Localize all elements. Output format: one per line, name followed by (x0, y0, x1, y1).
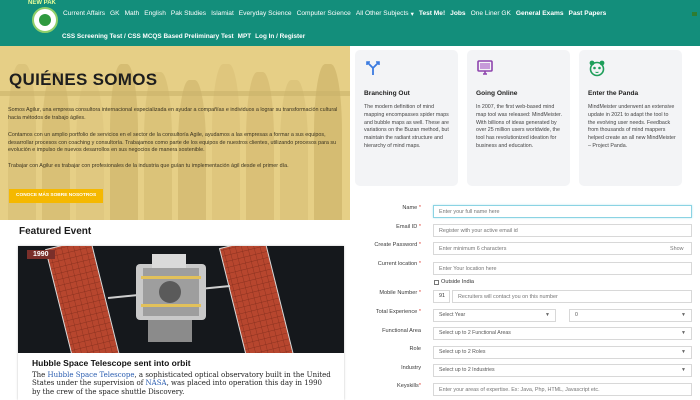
industry-label: Industry (401, 365, 421, 371)
event-text: The (32, 371, 48, 379)
card-going-online: Going Online In 2007, the first web-base… (467, 50, 570, 186)
name-label: Name * (402, 205, 421, 211)
nav-link[interactable]: General Exams (516, 10, 564, 18)
location-label: Current location * (377, 261, 421, 267)
panda-icon (589, 60, 605, 77)
location-input[interactable] (433, 262, 692, 275)
top-navigation-bar: NEW PAK Current Affairs GK Math English Pak … (0, 0, 700, 46)
chevron-down-icon: ▼ (545, 312, 550, 318)
nav-link[interactable]: Islamiat (211, 10, 234, 18)
nav-link[interactable]: CSS Screening Test / CSS MCQS Based Prel… (62, 33, 234, 40)
functional-area-label: Functional Area (382, 328, 421, 334)
outside-india-checkbox[interactable]: Outside India (434, 279, 474, 285)
primary-nav-links: Current Affairs GK Math English Pak Studies I… (63, 10, 606, 18)
card-body: In 2007, the first web-based mind map to… (476, 104, 562, 149)
nasa-link[interactable]: NASA (146, 379, 167, 387)
nav-link[interactable]: MPT (238, 33, 252, 40)
event-description: The Hubble Space Telescope, a sophistica… (32, 371, 332, 396)
hero-banner: QUIÉNES SOMOS Somos Agilur, una empresa … (0, 46, 350, 220)
card-enter-the-panda: Enter the Panda MindMeister underwent an… (579, 50, 682, 186)
event-year-badge: 1990 (27, 250, 55, 259)
card-branching-out: Branching Out The modern definition of m… (355, 50, 458, 186)
about-us-button[interactable]: CONOCE MÁS SOBRE NOSOTROS (9, 189, 104, 203)
hero-paragraph-1: Somos Agilur, una empresa consultora int… (8, 107, 338, 121)
outside-india-label: Outside India (441, 279, 474, 285)
logo-mark (39, 14, 51, 26)
mobile-label: Mobile Number * (379, 290, 421, 296)
nav-link[interactable]: Test Me! (419, 10, 445, 18)
nav-link[interactable]: Jobs (450, 10, 465, 18)
featured-event-card[interactable]: 1990 Hubble Space Telescope sent into or… (18, 246, 344, 400)
nav-link[interactable]: Past Papers (569, 10, 607, 18)
checkbox-box[interactable] (434, 279, 439, 285)
card-body: MindMeister underwent an extensive updat… (588, 104, 676, 149)
featured-event-heading: Featured Event (19, 226, 92, 237)
nav-link[interactable]: Current Affairs (63, 10, 105, 18)
show-password-toggle[interactable]: Show (670, 246, 684, 252)
nav-link[interactable]: GK (110, 10, 120, 18)
chevron-down-icon: ▼ (681, 367, 686, 373)
email-input[interactable] (433, 224, 692, 237)
nav-link[interactable]: Log In / Register (255, 33, 305, 40)
name-input[interactable] (433, 205, 692, 218)
nav-link[interactable]: Math (125, 10, 140, 18)
chevron-down-icon: ▼ (681, 312, 686, 318)
branch-arrows-icon (366, 61, 380, 75)
nav-link[interactable]: Everyday Science (239, 10, 292, 18)
hero-paragraph-3: Trabajar con Agilur es trabajar con prof… (8, 163, 289, 169)
card-title: Enter the Panda (588, 90, 639, 97)
nav-link[interactable]: One Liner GK (471, 10, 511, 18)
chevron-down-icon: ▼ (681, 349, 686, 355)
chevron-down-icon[interactable]: ▾ (411, 10, 414, 18)
card-title: Branching Out (364, 90, 410, 97)
password-label: Create Password * (374, 242, 421, 248)
card-body: The modern definition of mind mapping en… (364, 104, 449, 149)
password-input[interactable] (433, 242, 692, 255)
experience-month-select[interactable]: 0 ▼ (569, 309, 692, 322)
nav-link[interactable]: Computer Science (297, 10, 351, 18)
flag-icon (692, 12, 697, 16)
email-label: Email ID * (396, 224, 421, 230)
country-code[interactable]: 91 (433, 290, 450, 303)
role-select[interactable]: Select up to 2 Roles ▼ (433, 346, 692, 359)
chevron-down-icon: ▼ (681, 330, 686, 336)
secondary-nav-links: CSS Screening Test / CSS MCQS Based Prel… (62, 33, 305, 40)
hubble-telescope-illustration (18, 246, 344, 367)
keyskills-label: Keyskills* (397, 383, 421, 389)
nav-link[interactable]: English (144, 10, 166, 18)
site-logo[interactable]: NEW PAK (28, 0, 58, 33)
nav-link[interactable]: All Other Subjects (356, 10, 409, 18)
functional-area-select[interactable]: Select up to 2 Functional Areas ▼ (433, 327, 692, 340)
experience-year-select[interactable]: Select Year ▼ (433, 309, 556, 322)
hero-title: QUIÉNES SOMOS (9, 70, 158, 89)
experience-label: Total Experience * (375, 309, 421, 315)
mobile-input[interactable] (452, 290, 692, 303)
card-title: Going Online (476, 90, 518, 97)
hubble-telescope-image: 1990 (18, 246, 344, 367)
monitor-icon (477, 60, 493, 75)
event-headline[interactable]: Hubble Space Telescope sent into orbit (32, 358, 191, 368)
nav-link[interactable]: Pak Studies (171, 10, 206, 18)
logo-text: NEW PAK (28, 0, 56, 6)
role-label: Role (409, 346, 421, 352)
hubble-link[interactable]: Hubble Space Telescope (48, 371, 135, 379)
title-underline (0, 91, 350, 96)
industry-select[interactable]: Select up to 2 Industries ▼ (433, 364, 692, 377)
hero-paragraph-2: Contamos con un amplio portfolio de serv… (8, 132, 337, 153)
keyskills-input[interactable] (433, 383, 692, 396)
